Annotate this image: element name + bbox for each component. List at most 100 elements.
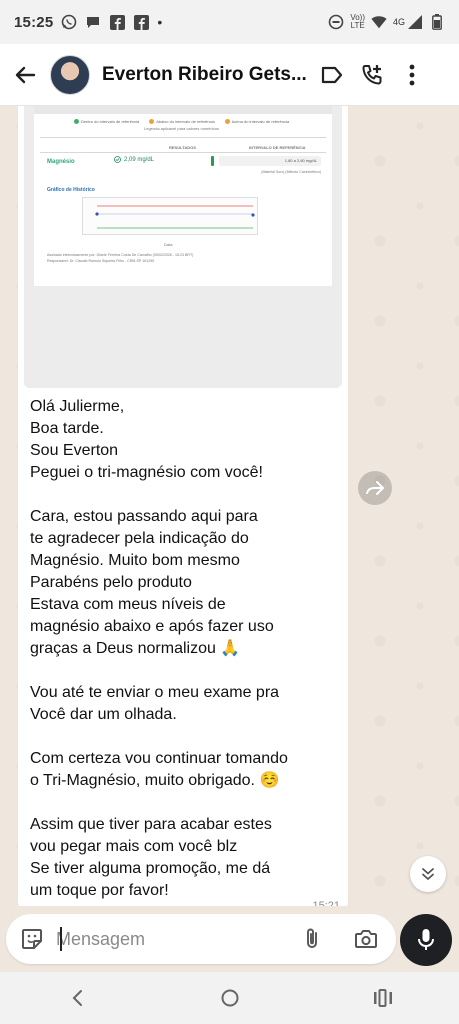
sticker-icon — [22, 929, 42, 949]
legend-label: Abaixo do intervalo de referência — [156, 119, 215, 124]
chart-point — [95, 212, 99, 216]
lab-report-image: Dentro do intervalo de referência Abaixo… — [34, 106, 332, 286]
status-bar: 15:25 • Vo)) LTE 4G — [0, 0, 459, 44]
attach-button[interactable] — [292, 914, 332, 964]
recents-icon — [373, 989, 392, 1007]
message-input-container — [6, 914, 396, 964]
method-note: (Material Soro) (Método Colorimétrico) — [261, 170, 321, 174]
sticker-button[interactable] — [12, 914, 52, 964]
microphone-icon — [418, 929, 434, 950]
history-chart — [82, 197, 258, 235]
paperclip-icon — [307, 928, 317, 948]
image-padding — [24, 286, 342, 388]
message-line: o Tri-Magnésio, muito obrigado. ☺️ — [30, 772, 280, 789]
result-value: 2,09 mg/dL — [124, 156, 155, 163]
message-line: Estava com meus níveis de — [30, 596, 226, 613]
message-line: magnésio abaixo e após fazer uso — [30, 618, 274, 635]
message-line — [30, 792, 342, 814]
lte-label: LTE — [350, 21, 365, 30]
label-icon — [321, 66, 343, 83]
do-not-disturb-icon — [328, 14, 344, 30]
composer — [0, 906, 459, 972]
label-button[interactable] — [312, 44, 352, 106]
facebook-icon — [109, 14, 125, 30]
back-button[interactable] — [0, 44, 50, 106]
nav-recents-button[interactable] — [353, 972, 413, 1024]
doc-legend: Dentro do intervalo de referência Abaixo… — [74, 119, 290, 125]
double-chevron-down-icon — [422, 868, 434, 880]
back-arrow-icon — [15, 66, 36, 83]
legend-item: Abaixo do intervalo de referência — [149, 119, 215, 125]
camera-button[interactable] — [346, 914, 386, 964]
message-line: Assim que tiver para acabar estes — [30, 816, 272, 833]
text-cursor — [60, 927, 62, 951]
chart-axis-label: Data — [164, 242, 173, 247]
message-line — [30, 660, 342, 682]
legend-label: Dentro do intervalo de referência — [81, 119, 140, 124]
message-line: Parabéns pelo produto — [30, 574, 192, 591]
legend-item: Acima do intervalo de referência — [224, 119, 290, 125]
chat-area[interactable]: Dentro do intervalo de referência Abaixo… — [0, 106, 459, 918]
message-line: Vou até te enviar o meu exame pra — [30, 684, 280, 701]
result-indicator-bar — [211, 156, 214, 166]
reference-header: INTERVALO DE REFERÊNCIA — [249, 145, 306, 150]
check-circle-icon — [114, 156, 121, 163]
message-line: Olá Julierme, — [30, 398, 125, 415]
system-navigation-bar — [0, 972, 459, 1024]
chart-point — [251, 213, 255, 217]
analyte-name: Magnésio — [47, 159, 75, 165]
message-line: graças a Deus normalizou 🙏 — [30, 640, 241, 657]
volte-indicator: Vo)) LTE — [350, 14, 365, 30]
message-bubble[interactable]: Dentro do intervalo de referência Abaixo… — [18, 106, 348, 912]
message-line: Peguei o tri-magnésio com você! — [30, 464, 263, 481]
image-attachment[interactable]: Dentro do intervalo de referência Abaixo… — [24, 106, 342, 388]
home-circle-icon — [221, 989, 238, 1007]
camera-icon — [355, 930, 377, 948]
divider — [40, 152, 326, 153]
forward-icon — [366, 481, 384, 495]
more-vert-icon — [409, 64, 415, 85]
contact-name[interactable]: Everton Ribeiro Gets... — [102, 64, 312, 86]
results-header: RESULTADOS — [169, 145, 196, 150]
divider — [40, 137, 326, 138]
legend-item: Dentro do intervalo de referência — [74, 119, 140, 125]
message-line: Cara, estou passando aqui para — [30, 508, 258, 525]
signed-by: Assinado eletronicamente por: Gisele Fer… — [47, 253, 194, 257]
message-input[interactable] — [56, 914, 296, 964]
battery-icon — [429, 14, 445, 30]
message-text: Olá Julierme, Boa tarde. Sou Everton Peguei… — [30, 396, 342, 902]
message-line — [30, 484, 342, 506]
doc-header-strip — [34, 106, 332, 114]
notification-dot-icon: • — [157, 14, 163, 30]
message-line: um toque por favor! — [30, 882, 169, 899]
legend-note: Legenda aplicável para valores numéricos — [144, 126, 219, 131]
message-line: vou pegar mais com você blz — [30, 838, 238, 855]
message-line — [30, 726, 342, 748]
avatar[interactable] — [50, 54, 90, 95]
whatsapp-icon — [61, 14, 77, 30]
legend-label: Acima do intervalo de referência — [231, 119, 290, 124]
more-options-button[interactable] — [392, 44, 432, 106]
message-line: Se tiver alguma promoção, me dá — [30, 860, 271, 877]
message-line: Você dar um olhada. — [30, 706, 177, 723]
message-line: te agradecer pela indicação do — [30, 530, 249, 547]
reference-value: 1,80 a 2,60 mg/dL — [284, 158, 317, 163]
responsible: Responsável: Dr. Claudio Romulo Siqueira… — [47, 259, 155, 263]
scroll-to-bottom-button[interactable] — [410, 856, 446, 892]
wifi-icon — [371, 14, 387, 30]
reference-box: 1,80 a 2,60 mg/dL — [219, 156, 321, 166]
nav-back-button[interactable] — [47, 972, 107, 1024]
forward-button[interactable] — [358, 471, 392, 505]
chevron-left-icon — [72, 990, 82, 1006]
chat-icon — [85, 14, 101, 30]
phone-plus-icon — [362, 64, 382, 84]
message-line: Com certeza vou continuar tomando — [30, 750, 288, 767]
nav-home-button[interactable] — [200, 972, 260, 1024]
message-line: Boa tarde. — [30, 420, 104, 437]
add-call-button[interactable] — [352, 44, 392, 106]
history-title: Gráfico de Histórico — [47, 187, 95, 193]
facebook-icon-2 — [133, 14, 149, 30]
status-time: 15:25 — [14, 13, 54, 31]
voice-message-button[interactable] — [400, 914, 452, 966]
chat-header: Everton Ribeiro Gets... — [0, 44, 459, 106]
